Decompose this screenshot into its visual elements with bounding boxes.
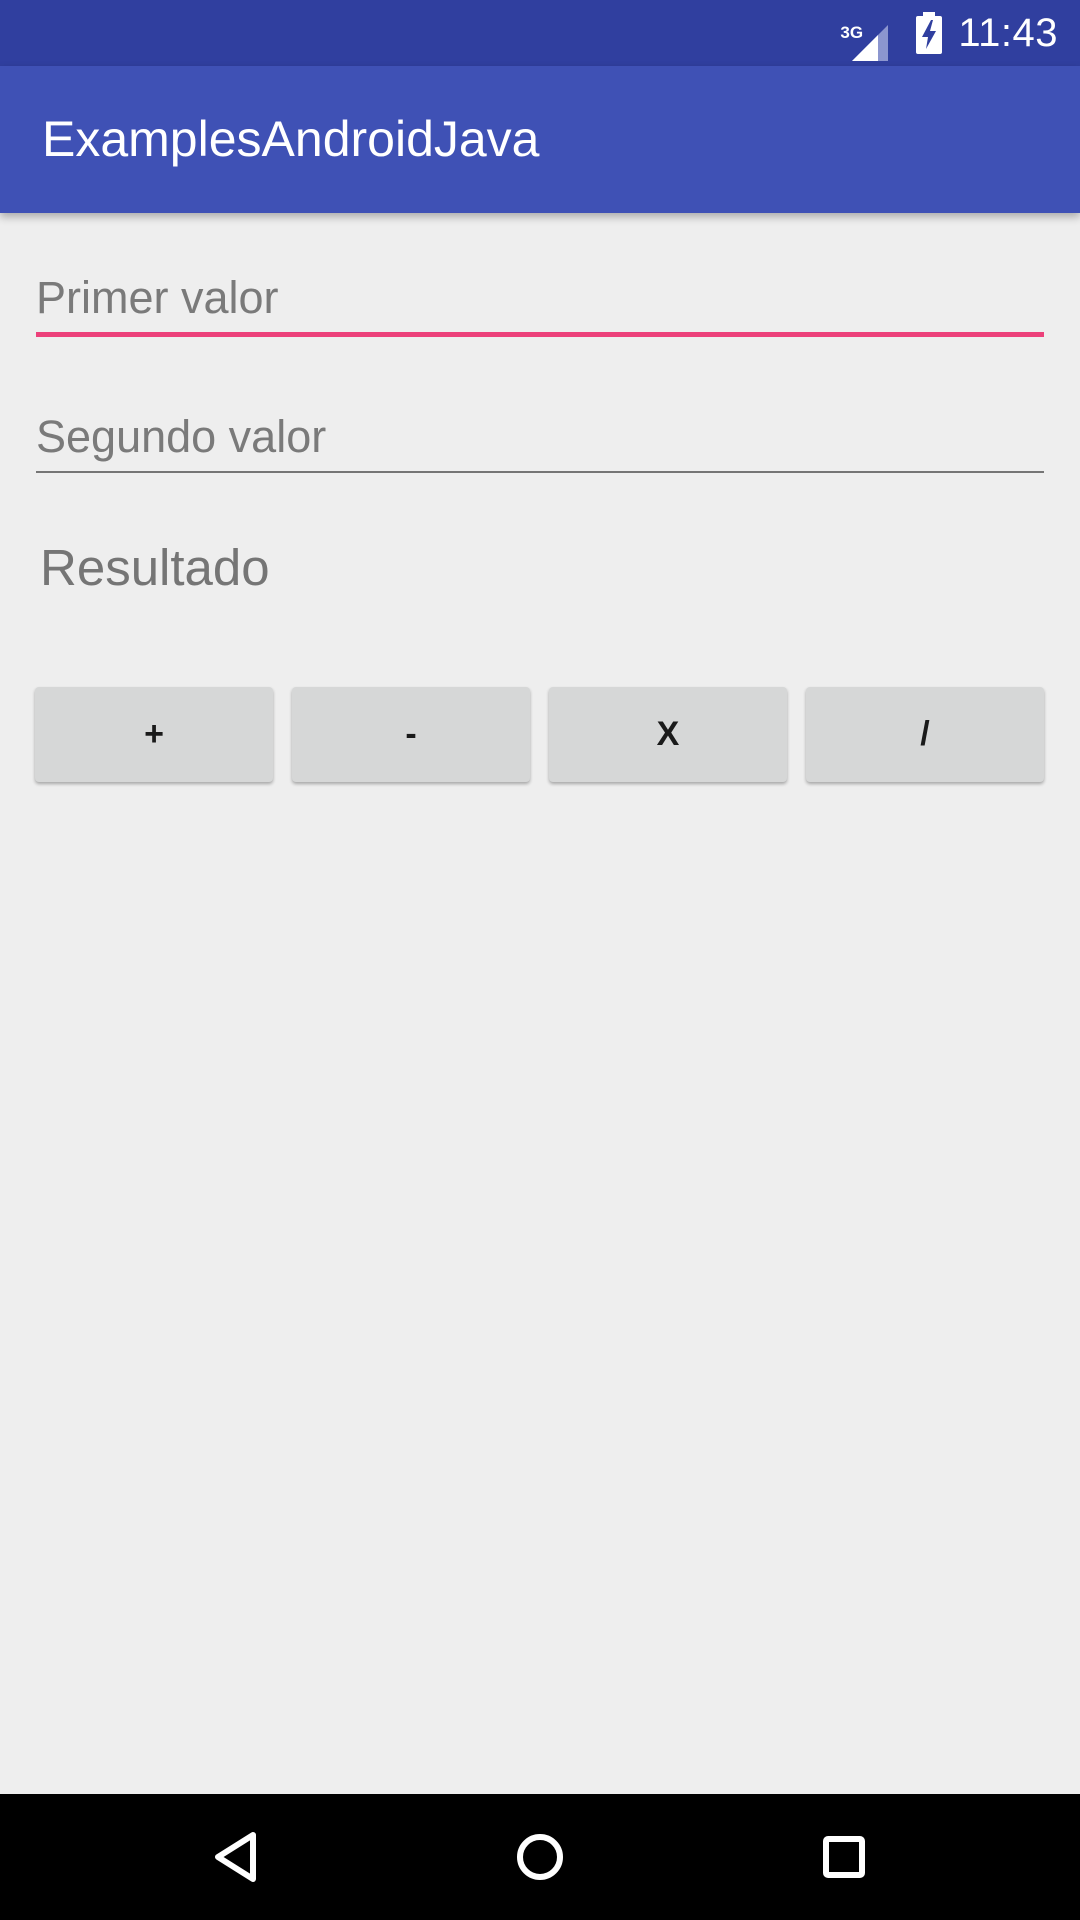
back-icon	[215, 1832, 256, 1882]
first-value-field	[36, 268, 1044, 337]
second-value-underline	[36, 471, 1044, 473]
status-time: 11:43	[958, 10, 1058, 55]
multiply-button[interactable]: X	[549, 687, 787, 782]
recents-icon	[823, 1836, 865, 1878]
subtract-button[interactable]: -	[292, 687, 530, 782]
first-value-input[interactable]	[36, 268, 1044, 328]
home-button[interactable]	[505, 1822, 575, 1892]
app-title: ExamplesAndroidJava	[42, 111, 540, 167]
battery-charging-icon	[916, 12, 943, 54]
recents-button[interactable]	[809, 1822, 879, 1892]
navigation-bar	[0, 1794, 1080, 1920]
home-icon	[517, 1834, 563, 1880]
app-bar: ExamplesAndroidJava	[0, 66, 1080, 213]
operation-buttons: + - X /	[35, 687, 1045, 782]
add-button[interactable]: +	[35, 687, 273, 782]
divide-button[interactable]: /	[806, 687, 1044, 782]
first-value-underline	[36, 332, 1044, 337]
status-bar: 3G 11:43	[0, 0, 1080, 66]
status-icons: 3G 11:43	[840, 0, 1058, 66]
second-value-field	[36, 407, 1044, 473]
second-value-input[interactable]	[36, 407, 1044, 467]
signal-icon	[852, 25, 889, 61]
back-button[interactable]	[201, 1822, 271, 1892]
signal-indicator: 3G	[840, 11, 889, 61]
screen: 3G 11:43 ExamplesAndroidJava Resultado	[0, 0, 1080, 1920]
result-text: Resultado	[40, 539, 270, 596]
